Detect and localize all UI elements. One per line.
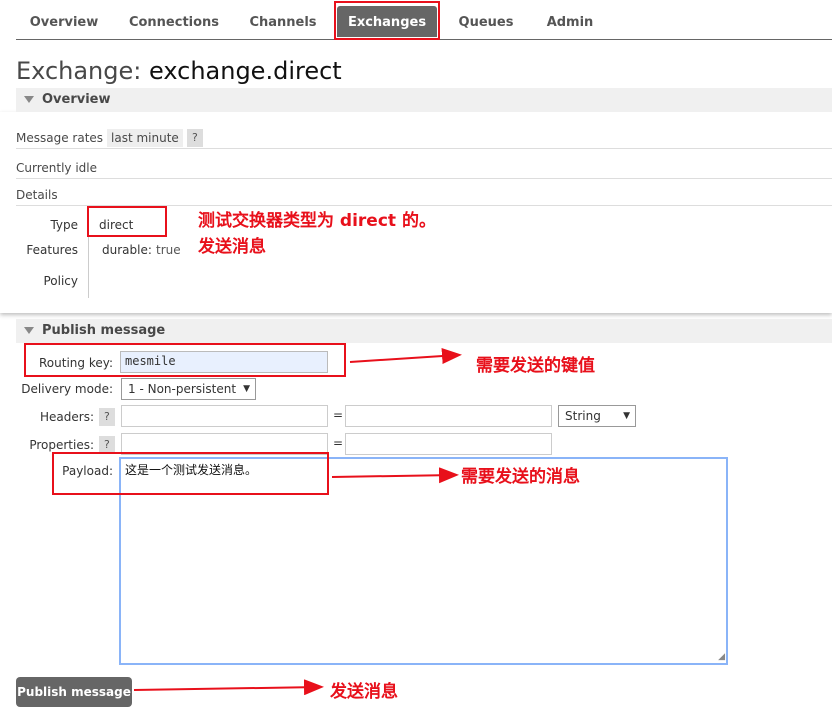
annotation-arrows bbox=[133, 348, 462, 696]
arrow-publish-button bbox=[133, 679, 324, 696]
arrow-payload bbox=[331, 467, 459, 484]
arrow-routing-key bbox=[349, 348, 462, 365]
